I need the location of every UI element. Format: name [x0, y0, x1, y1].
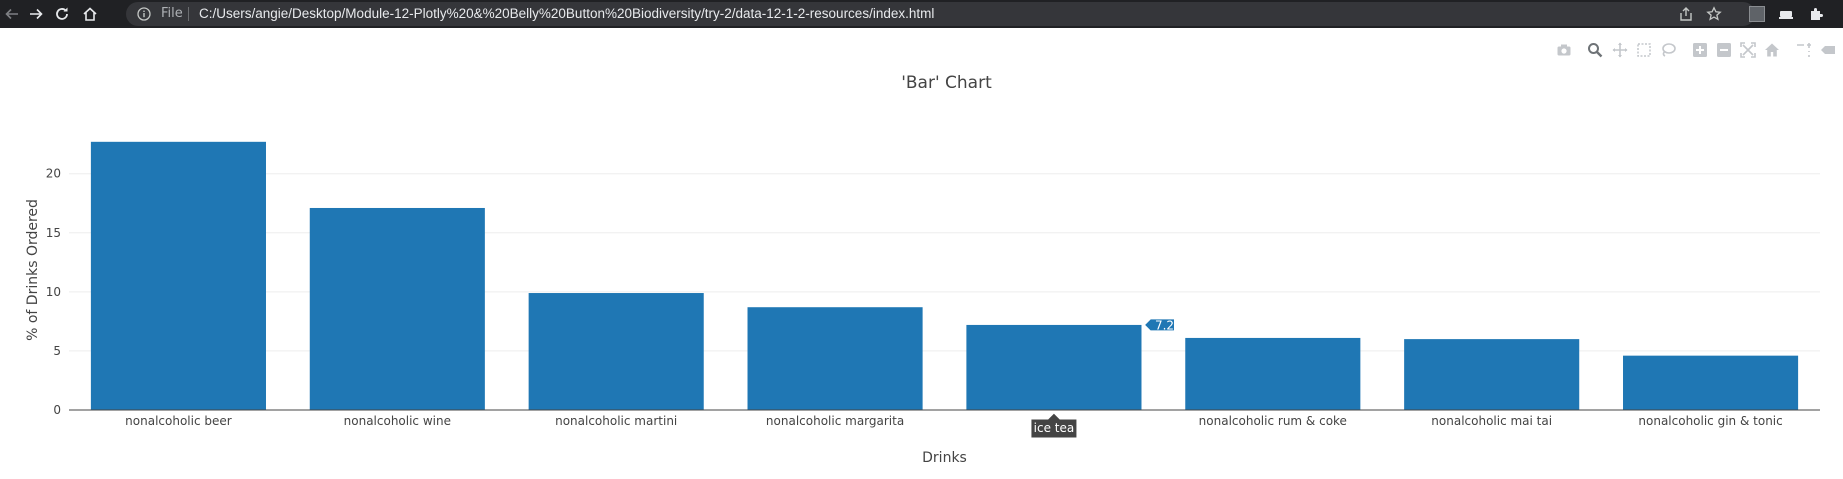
x-tick-label: nonalcoholic wine: [344, 414, 451, 428]
x-tick-label: nonalcoholic beer: [125, 414, 232, 428]
x-tick-label: nonalcoholic gin & tonic: [1638, 414, 1782, 428]
y-axis-title: % of Drinks Ordered: [25, 199, 41, 341]
bar[interactable]: [1623, 355, 1799, 410]
x-axis-title: Drinks: [922, 450, 967, 466]
bar[interactable]: [966, 324, 1142, 410]
bar-chart[interactable]: 0 5 10 15 20 nonalcoholic beer nonalcoholic wi…: [0, 0, 1843, 479]
bar[interactable]: [90, 141, 266, 411]
y-tick-label: 20: [46, 167, 61, 181]
hover-category-label: ice tea: [1034, 421, 1075, 435]
y-tick-label: 0: [53, 403, 61, 417]
y-tick-label: 15: [46, 226, 61, 240]
y-tick-label: 5: [53, 344, 61, 358]
x-tick-label: nonalcoholic martini: [555, 414, 677, 428]
x-tick-label: nonalcoholic rum & coke: [1199, 414, 1347, 428]
bar[interactable]: [1404, 339, 1580, 410]
hover-value-label: 7.2: [1155, 318, 1174, 332]
x-tick-label: nonalcoholic margarita: [766, 414, 904, 428]
bar[interactable]: [309, 207, 485, 410]
bar[interactable]: [1185, 337, 1361, 410]
x-tick-label: nonalcoholic mai tai: [1431, 414, 1552, 428]
bars: [90, 141, 1799, 411]
bar[interactable]: [528, 293, 704, 410]
bar[interactable]: [747, 307, 923, 410]
y-tick-label: 10: [46, 285, 61, 299]
